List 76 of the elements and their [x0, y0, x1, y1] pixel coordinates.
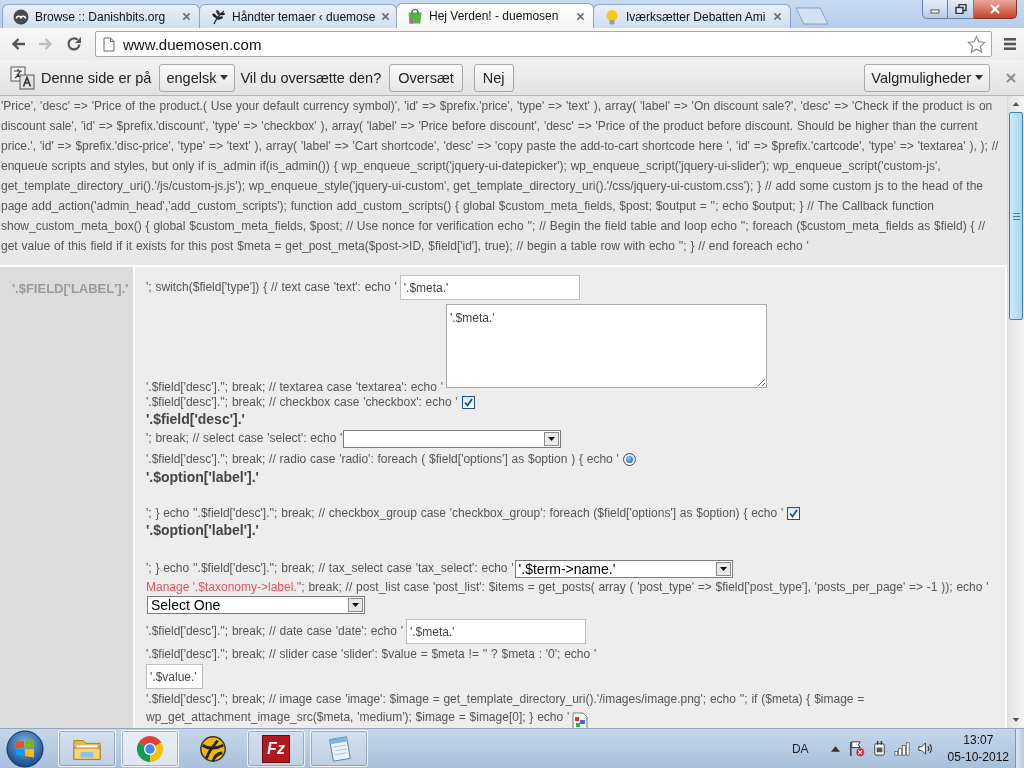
close-window-button[interactable]: [974, 0, 1017, 19]
dropdown[interactable]: [343, 430, 562, 448]
broken-image-icon: [572, 712, 589, 728]
caret-icon: [715, 562, 731, 576]
close-icon: [989, 4, 1001, 14]
app-logo-tile: Fz: [262, 734, 290, 763]
menu-icon[interactable]: [1003, 37, 1017, 51]
taskbar-button[interactable]: Fz: [247, 730, 305, 767]
close-icon[interactable]: [381, 12, 391, 21]
dropdown[interactable]: Select One: [147, 596, 365, 614]
language-dropdown[interactable]: engelsk: [159, 63, 236, 92]
dropdown[interactable]: '.$term->name.': [514, 560, 733, 578]
translate-question: Vil du oversætte den?: [240, 69, 382, 86]
code-paragraph: 'Price', 'desc' => 'Price of the product.( Use your default currency symbol)', 'id' => $prefix.'price', 'type' => 'text' ), array( 'label' => 'On discount sale?', 'desc' => 'Check if the product is on discount sale', 'id' => $prefix.'discount', 'type' => 'checkbox' ), array( 'label' => 'Price before discount', 'desc' => 'Price of the product before discount. Should be higher than the current price.', 'id' => $prefix.'disc-price', 'type' => 'text' ), array( 'label' => 'Cart shortcode', 'desc' => 'copy paste the add-to-cart shortcode here ', 'id' => $prefix.'cartcode', 'type' => 'textarea' ), ); // enqueue scripts and styles, but only if is_admin if(is_admin()) { wp_enqueue_script('jquery-ui-datepicker'); wp_enqueue_script('jquery-ui-slider'); wp_enqueue_script('custom-js', get_template_directory_uri().'/js/custom-js.js'); wp_enqueue_style('jquery-ui-custom', get_template_directory_uri().'/css/jquery-ui-custom.css'); } // add some custom js to the head of the page add_action('admin_head','add_custom_scripts'); function add_custom_scripts() { global $custom_meta_fields, $post; $output = ''; echo $output; } // The Callback function show_custom_meta_box() { global $custom_meta_fields, $post; // Use nonce for verification echo ''; // Begin the field table and loop echo ''; foreach ($custom_meta_fields as $field) { // get value of this field if it exists for this post $meta = get_post_meta($post->ID, $field['id'], true); // begin a table row with echo ''; } // end foreach echo ': [0, 98, 1000, 255]
page-icon: [103, 36, 115, 52]
browser-tab[interactable]: Iværksætter Debatten Ami: [593, 4, 791, 28]
translate-icon: [10, 65, 36, 90]
language-indicator[interactable]: DA: [791, 741, 809, 756]
text-input[interactable]: '.$meta.': [399, 275, 580, 300]
caret-icon: [544, 432, 560, 446]
code-text: '.$field['desc'].''; break; // image case 'image': $image = get_template_directory_uri().'/images/image.png'; echo ''; if ($meta) { $image =: [146, 692, 865, 706]
clock-time[interactable]: 13:07: [963, 731, 994, 749]
restore-icon: [954, 4, 967, 14]
radio-button[interactable]: [622, 453, 636, 466]
back-arrow-icon[interactable]: [10, 36, 26, 52]
code-text: wp_get_attachment_image_src($meta, 'medium'); $image = $image[0]; } echo ': [146, 710, 570, 725]
field-label: '.$FIELD['LABEL'].': [12, 281, 129, 296]
round-browser-icon: [135, 733, 165, 764]
code-text: '.$field['desc'].''; break; // date case 'date': echo ': [146, 623, 403, 638]
browser-tab[interactable]: Browse :: Danishbits.org: [2, 4, 200, 28]
option-label: '.$option['label'].': [146, 522, 259, 538]
shopping-bag-icon: [407, 8, 423, 24]
translate-bar-button[interactable]: Nej: [473, 63, 514, 92]
code-text: '; switch($field['type']) { // text case 'text': echo ': [146, 279, 397, 294]
caret-icon: [348, 598, 363, 612]
translate-prompt: Denne side er på: [41, 69, 152, 86]
flag-icon[interactable]: [847, 740, 865, 757]
address-bar[interactable]: www.duemosen.com: [95, 31, 992, 57]
translate-bar-button[interactable]: Oversæt: [389, 63, 463, 92]
leaf-icon: [210, 8, 226, 25]
clock-date[interactable]: 05-10-2012: [947, 748, 1009, 766]
close-icon[interactable]: [182, 12, 191, 21]
close-icon[interactable]: [576, 11, 585, 21]
text-area[interactable]: '.$meta.': [445, 304, 767, 388]
round-logo-icon: [13, 8, 29, 25]
light-bulb-icon: [604, 8, 620, 25]
reload-icon[interactable]: [66, 36, 82, 52]
restore-button[interactable]: [948, 0, 974, 19]
code-text: '.$field['desc'].''; break; // textarea case 'textarea': echo ': [146, 380, 443, 394]
code-text: '; break; // select case 'select': echo ': [146, 431, 343, 446]
scrollbar-thumb[interactable]: [1009, 112, 1023, 320]
caret-icon: [220, 75, 229, 80]
speaker-icon[interactable]: [916, 740, 934, 757]
code-text: '.$field['desc'].''; break; // checkbox case 'checkbox': echo ': [146, 394, 458, 409]
option-label: '.$option['label'].': [146, 469, 259, 485]
description-label: '.$field['desc'].': [146, 411, 245, 427]
code-text: '; } echo ''.$field['desc'].''; break; // tax_select case 'tax_select': echo ': [146, 561, 514, 576]
options-dropdown[interactable]: Valgmuligheder: [864, 63, 990, 92]
caret-icon: [975, 75, 983, 80]
close-icon[interactable]: [1006, 72, 1016, 83]
code-text: '.$field['desc'].''; break; // slider case 'slider': $value = $meta != '' ? $meta : '0'; echo ': [146, 647, 597, 661]
text-input[interactable]: '.$value.': [146, 664, 203, 689]
ball-icon: [198, 733, 228, 764]
signal-bars-icon[interactable]: [893, 740, 911, 757]
code-text: '; break; // post_list case 'post_list': $items = get_posts( array ( 'post_type' => $field['post_type'], 'posts_per_page' => -1 )); echo ': [299, 580, 989, 594]
close-icon[interactable]: [773, 12, 782, 21]
start-orb-icon[interactable]: [5, 728, 45, 768]
browser-tab[interactable]: Hej Verden! - duemosen: [396, 3, 594, 28]
browser-tab[interactable]: Håndter temaer ‹ duemose: [199, 4, 397, 28]
checkbox[interactable]: [461, 396, 475, 409]
checkbox[interactable]: [787, 507, 801, 520]
code-text: '; } echo ''.$field['desc'].''; break; // checkbox_group case 'checkbox_group': foreach ($field['options'] as $option) { echo ': [146, 505, 784, 520]
code-text: '.$field['desc'].''; break; // radio case 'radio': foreach ( $field['options'] as $option ) { echo ': [146, 451, 619, 466]
text-input[interactable]: '.$meta.': [405, 619, 586, 644]
star-icon[interactable]: [967, 34, 986, 54]
caret-up-icon[interactable]: [830, 745, 840, 752]
